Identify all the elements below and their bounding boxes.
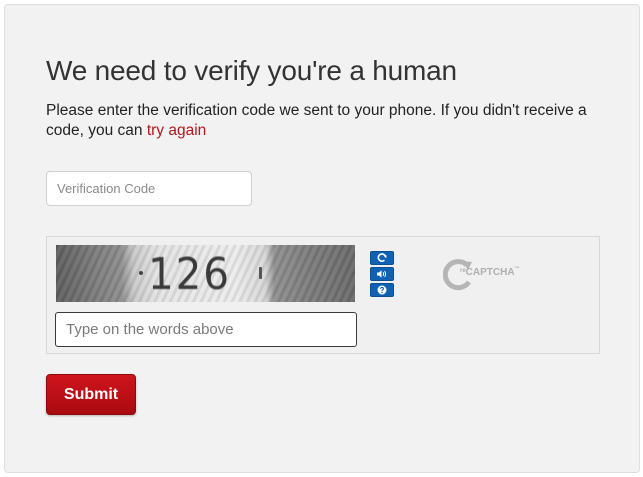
captcha-help-button[interactable] (370, 283, 394, 297)
audio-icon (377, 270, 387, 278)
captcha-audio-button[interactable] (370, 267, 394, 281)
recaptcha-logo: reCAPTCHA™ (443, 255, 523, 295)
verification-panel: We need to verify you're a human Please … (4, 4, 640, 473)
page-title: We need to verify you're a human (46, 55, 457, 86)
submit-button[interactable]: Submit (46, 374, 136, 415)
recaptcha-logo-text: reCAPTCHA™ (460, 266, 520, 278)
help-icon (377, 285, 387, 295)
recaptcha-widget: 126 reCAPTCHA™ Type on the words above (46, 236, 600, 354)
captcha-answer-input[interactable] (55, 312, 357, 347)
captcha-noise-mark (259, 267, 262, 279)
try-again-link[interactable]: try again (147, 122, 206, 139)
reload-icon (377, 253, 387, 262)
captcha-reload-button[interactable] (370, 251, 394, 265)
captcha-image: 126 (56, 245, 355, 302)
description-text: Please enter the verification code we se… (46, 102, 587, 139)
page-description: Please enter the verification code we se… (46, 101, 606, 141)
captcha-image-text: 126 (148, 249, 231, 300)
captcha-noise-dot (139, 271, 143, 275)
verification-code-input[interactable] (46, 171, 252, 206)
